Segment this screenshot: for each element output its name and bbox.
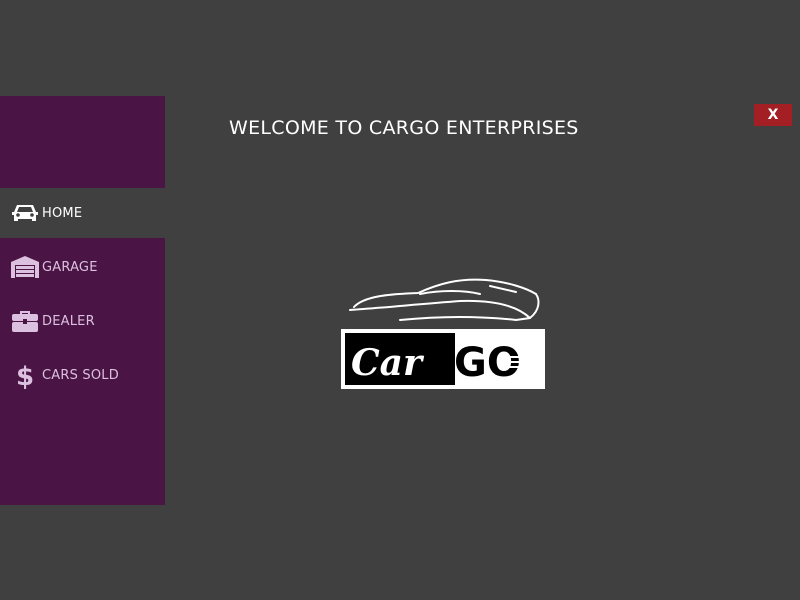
sidebar-item-home[interactable]: HOME	[0, 188, 165, 238]
svg-text:$: $	[16, 362, 34, 390]
garage-icon	[10, 252, 40, 282]
sidebar: HOME GARAGE DEALER $ CARS SOLD	[0, 96, 165, 505]
sidebar-item-label: CARS SOLD	[42, 367, 119, 383]
briefcase-icon	[10, 306, 40, 336]
dollar-icon: $	[10, 360, 40, 390]
car-icon	[10, 198, 40, 228]
cargo-logo: Car GO	[340, 274, 548, 392]
logo-text-car: Car	[351, 342, 425, 384]
sidebar-item-label: HOME	[42, 205, 83, 221]
sidebar-item-dealer[interactable]: DEALER	[0, 296, 165, 346]
sidebar-item-cars-sold[interactable]: $ CARS SOLD	[0, 350, 165, 400]
sidebar-item-garage[interactable]: GARAGE	[0, 242, 165, 292]
app-window: HOME GARAGE DEALER $ CARS SOLD WELCOME T…	[0, 0, 800, 600]
sidebar-item-label: DEALER	[42, 313, 95, 329]
sidebar-header	[0, 96, 165, 188]
sidebar-item-label: GARAGE	[42, 259, 98, 275]
page-title: WELCOME TO CARGO ENTERPRISES	[229, 117, 579, 139]
close-button[interactable]: X	[754, 104, 792, 126]
